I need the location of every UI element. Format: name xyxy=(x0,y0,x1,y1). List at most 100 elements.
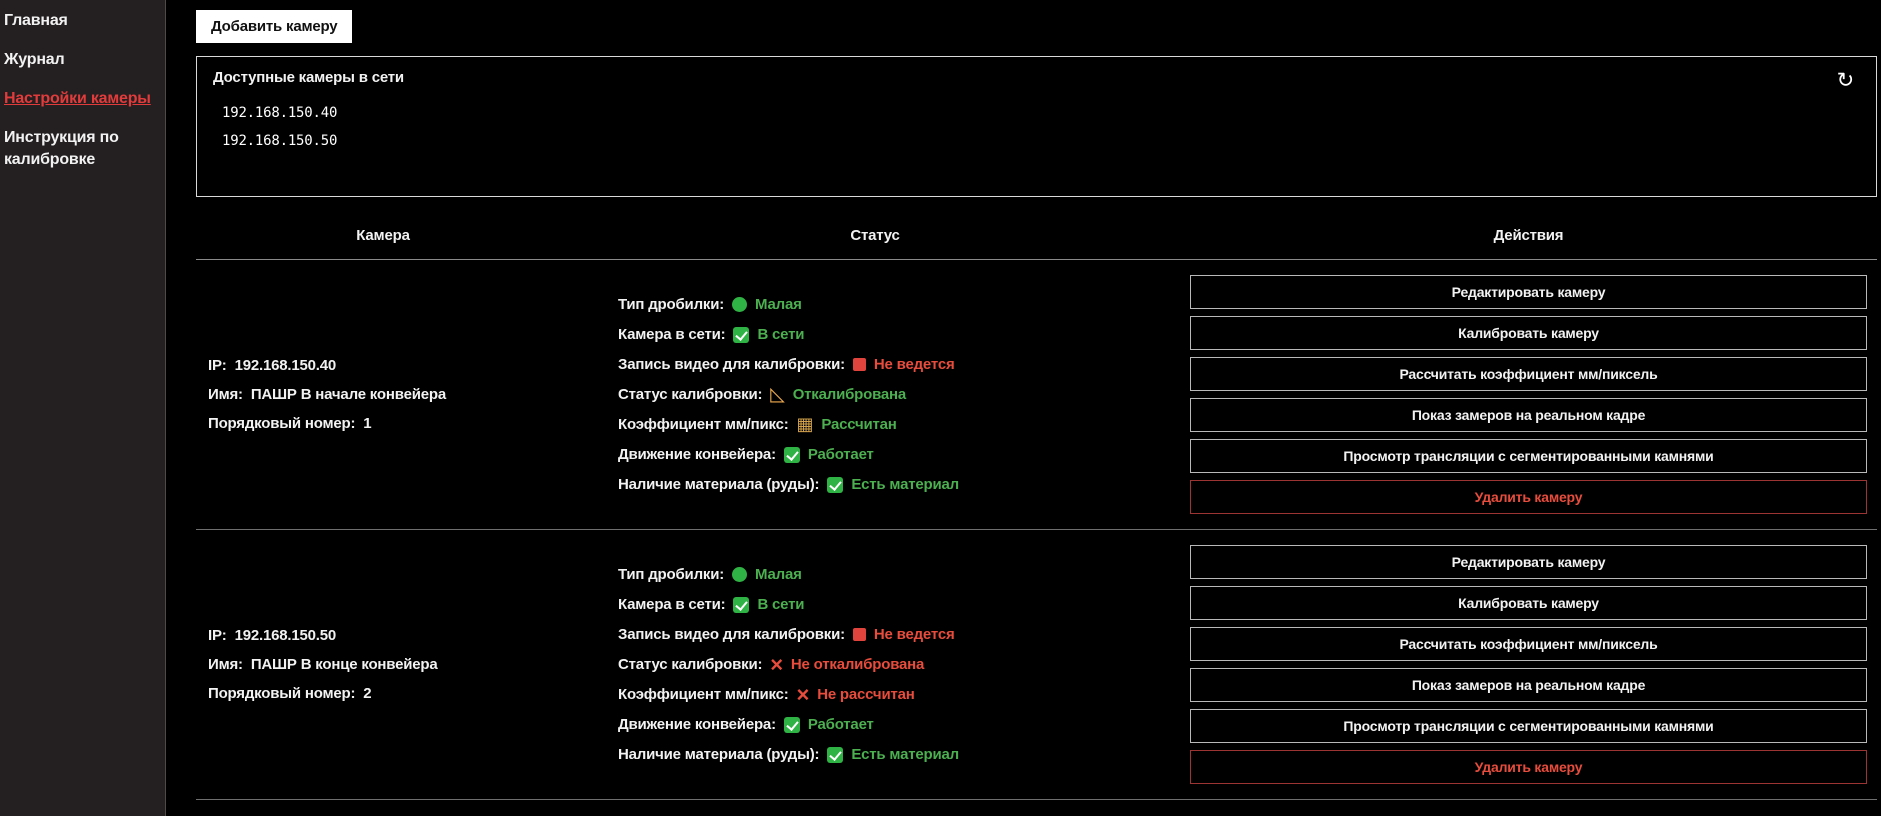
delete-camera-button[interactable]: Удалить камеру xyxy=(1190,480,1867,514)
status-label: Коэффициент мм/пикс: xyxy=(618,414,789,436)
camera-name-value: ПАШР В конце конвейера xyxy=(251,656,438,673)
status-label: Запись видео для калибровки: xyxy=(618,624,845,646)
camera-status-cell: Тип дробилки: Малая Камера в сети: В сети За… xyxy=(570,545,1180,784)
show-measurements-real-frame-button[interactable]: Показ замеров на реальном кадре xyxy=(1190,668,1867,702)
status-value: Есть материал xyxy=(851,474,959,496)
camera-name-label: Имя: xyxy=(208,656,243,673)
column-header-actions: Действия xyxy=(1180,227,1877,244)
check-green-icon xyxy=(784,717,800,733)
camera-table-body: IP:192.168.150.40Имя:ПАШР В начале конве… xyxy=(196,260,1877,800)
abacus-icon: ▦ xyxy=(797,417,814,432)
status-value: Малая xyxy=(755,564,802,586)
status-line: Коэффициент мм/пикс: ▦ Рассчитан xyxy=(618,414,1180,436)
camera-ip: IP: 192.168.150.50 xyxy=(208,627,570,644)
calibrate-camera-button[interactable]: Калибровать камеру xyxy=(1190,316,1867,350)
available-ip: 192.168.150.50 xyxy=(222,127,1860,155)
camera-ip-label: IP: xyxy=(208,627,227,644)
sidebar-item-journal[interactable]: Журнал xyxy=(4,49,155,71)
available-ip-list: 192.168.150.40192.168.150.50 xyxy=(213,99,1860,155)
status-label: Запись видео для калибровки: xyxy=(618,354,845,376)
check-green-icon xyxy=(733,597,749,613)
camera-order-number-value: 1 xyxy=(363,415,371,432)
red-square-icon xyxy=(853,628,866,641)
sidebar-item-camera-settings[interactable]: Настройки камеры xyxy=(4,88,155,110)
status-line: Статус калибровки:◺Откалибрована xyxy=(618,384,1180,406)
triangle-ruler-icon: ◺ xyxy=(770,387,784,402)
status-line: Тип дробилки: Малая xyxy=(618,564,1180,586)
status-label: Наличие материала (руды): xyxy=(618,744,819,766)
column-header-status: Статус xyxy=(570,227,1180,244)
column-header-camera: Камера xyxy=(196,227,570,244)
camera-ip-label: IP: xyxy=(208,357,227,374)
camera-status-cell: Тип дробилки: Малая Камера в сети: В сети За… xyxy=(570,275,1180,514)
available-cameras-title: Доступные камеры в сети xyxy=(213,69,1860,86)
status-value: Рассчитан xyxy=(821,414,896,436)
check-green-icon xyxy=(827,747,843,763)
check-green-icon xyxy=(784,447,800,463)
status-value: Не ведется xyxy=(874,354,955,376)
show-measurements-real-frame-button[interactable]: Показ замеров на реальном кадре xyxy=(1190,398,1867,432)
green-circle-icon xyxy=(732,567,747,582)
camera-ip: IP: 192.168.150.40 xyxy=(208,357,570,374)
view-segmented-stream-button[interactable]: Просмотр трансляции с сегментированными … xyxy=(1190,439,1867,473)
status-line: Камера в сети: В сети xyxy=(618,324,1180,346)
camera-ip-value: 192.168.150.50 xyxy=(235,627,336,644)
red-x-icon: × xyxy=(797,688,810,702)
check-green-icon xyxy=(827,477,843,493)
refresh-icon[interactable]: ↻ xyxy=(1837,71,1854,91)
camera-row: IP: 192.168.150.40 Имя:ПАШР В начале конве… xyxy=(196,260,1877,530)
status-line: Движение конвейера:Работает xyxy=(618,714,1180,736)
delete-camera-button[interactable]: Удалить камеру xyxy=(1190,750,1867,784)
calibrate-camera-button[interactable]: Калибровать камеру xyxy=(1190,586,1867,620)
camera-actions-cell: Редактировать камеру Калибровать камеру Ра… xyxy=(1180,275,1877,514)
status-line: Запись видео для калибровки: Не ведется xyxy=(618,624,1180,646)
camera-name: Имя: ПАШР В конце конвейера xyxy=(208,656,570,673)
status-label: Движение конвейера: xyxy=(618,444,776,466)
camera-info-cell: IP: 192.168.150.40 Имя:ПАШР В начале конве… xyxy=(196,275,570,514)
add-camera-button[interactable]: Добавить камеру xyxy=(196,10,352,43)
status-value: Не ведется xyxy=(874,624,955,646)
camera-info-cell: IP: 192.168.150.50 Имя: ПАШР В конце конвей… xyxy=(196,545,570,784)
status-line: Наличие материала (руды): Есть материал xyxy=(618,474,1180,496)
camera-row: IP: 192.168.150.50 Имя: ПАШР В конце конвей… xyxy=(196,530,1877,800)
status-line: Камера в сети: В сети xyxy=(618,594,1180,616)
check-green-icon xyxy=(733,327,749,343)
calc-mm-px-coefficient-button[interactable]: Рассчитать коэффициент мм/пиксель xyxy=(1190,627,1867,661)
status-value: Малая xyxy=(755,294,802,316)
camera-table: Камера Статус Действия IP: 192.168.150.40… xyxy=(196,197,1877,800)
status-value: Не рассчитан xyxy=(817,684,914,706)
available-cameras-panel: Доступные камеры в сети ↻ 192.168.150.40… xyxy=(196,56,1877,197)
camera-order-number-label: Порядковый номер: xyxy=(208,415,355,432)
edit-camera-button[interactable]: Редактировать камеру xyxy=(1190,545,1867,579)
main-content: Добавить камеру Доступные камеры в сети … xyxy=(167,0,1881,800)
status-value: Откалибрована xyxy=(793,384,906,406)
status-label: Тип дробилки: xyxy=(618,294,724,316)
red-x-icon: × xyxy=(770,658,783,672)
status-label: Камера в сети: xyxy=(618,324,725,346)
status-line: Тип дробилки: Малая xyxy=(618,294,1180,316)
camera-order-number: Порядковый номер:2 xyxy=(208,685,570,702)
status-value: Не откалибрована xyxy=(791,654,924,676)
status-value: Есть материал xyxy=(851,744,959,766)
camera-name: Имя:ПАШР В начале конвейера xyxy=(208,386,570,403)
status-label: Коэффициент мм/пикс: xyxy=(618,684,789,706)
status-line: Запись видео для калибровки: Не ведется xyxy=(618,354,1180,376)
status-value: В сети xyxy=(757,324,804,346)
camera-ip-value: 192.168.150.40 xyxy=(235,357,336,374)
sidebar-item-calibration-instructions[interactable]: Инструкция по калибровке xyxy=(4,127,155,171)
status-value: В сети xyxy=(757,594,804,616)
status-label: Тип дробилки: xyxy=(618,564,724,586)
calc-mm-px-coefficient-button[interactable]: Рассчитать коэффициент мм/пиксель xyxy=(1190,357,1867,391)
camera-order-number-value: 2 xyxy=(363,685,371,702)
status-label: Наличие материала (руды): xyxy=(618,474,819,496)
status-label: Движение конвейера: xyxy=(618,714,776,736)
edit-camera-button[interactable]: Редактировать камеру xyxy=(1190,275,1867,309)
sidebar-item-home[interactable]: Главная xyxy=(4,10,155,32)
status-line: Коэффициент мм/пикс: × Не рассчитан xyxy=(618,684,1180,706)
view-segmented-stream-button[interactable]: Просмотр трансляции с сегментированными … xyxy=(1190,709,1867,743)
camera-actions-cell: Редактировать камеру Калибровать камеру Ра… xyxy=(1180,545,1877,784)
status-label: Камера в сети: xyxy=(618,594,725,616)
green-circle-icon xyxy=(732,297,747,312)
camera-name-value: ПАШР В начале конвейера xyxy=(251,386,446,403)
camera-order-number: Порядковый номер: 1 xyxy=(208,415,570,432)
